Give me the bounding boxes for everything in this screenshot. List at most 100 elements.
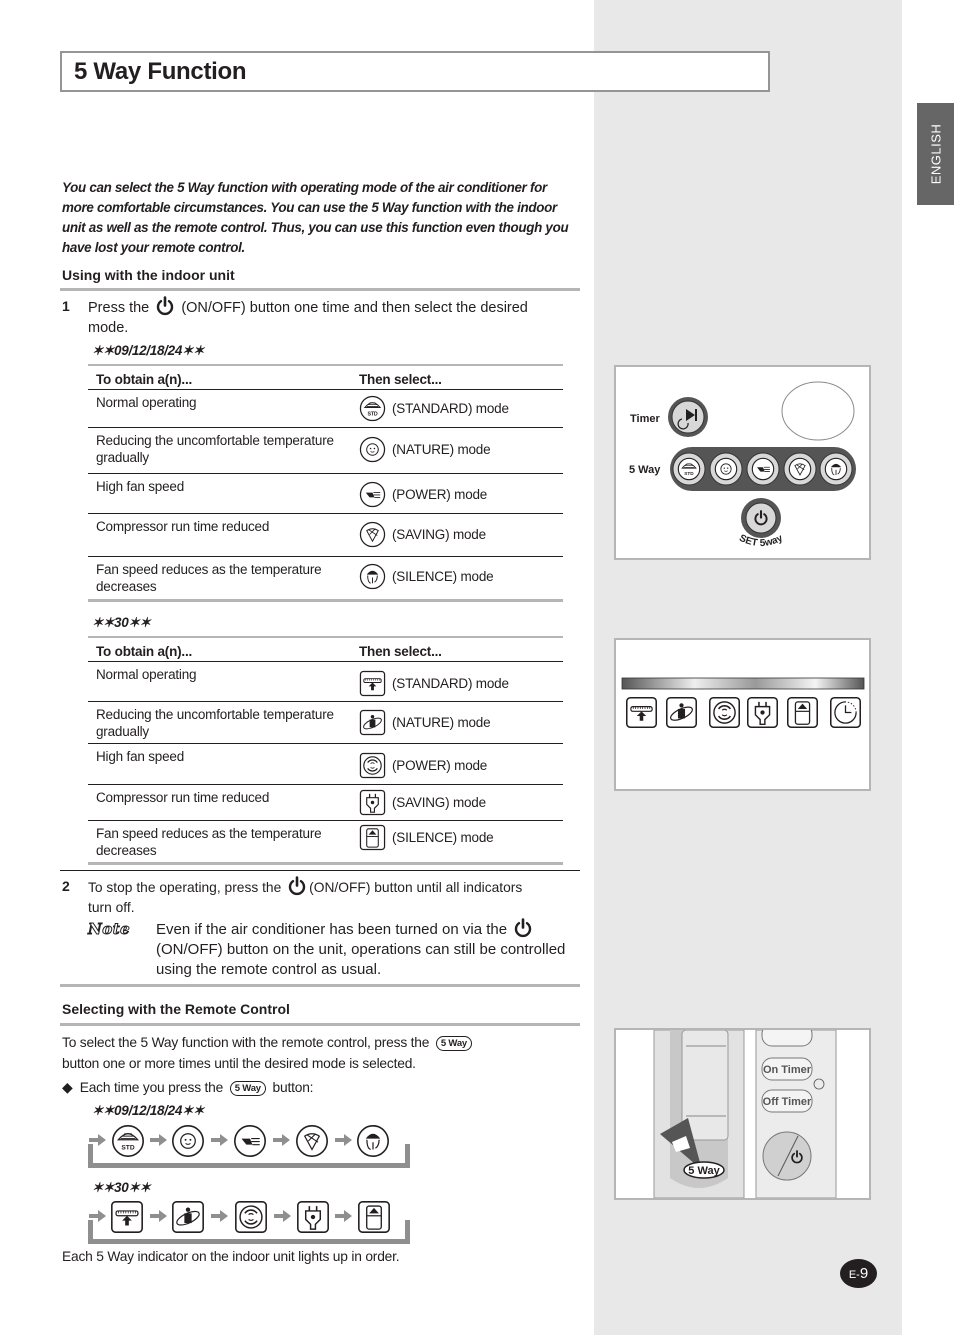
fiveway-button-icon: 5 Way bbox=[435, 1036, 473, 1051]
indoor-panel-drawing: Timer 5 Way SET 5way bbox=[629, 381, 856, 549]
cycle-label-09-24: ✶✶09/12/18/24✶✶ bbox=[92, 1103, 205, 1118]
silence-mode-icon bbox=[359, 824, 386, 851]
row-selection: (NATURE) mode bbox=[359, 436, 491, 463]
standard-mode-icon bbox=[110, 1200, 144, 1234]
row-mode: (SAVING) mode bbox=[392, 527, 486, 542]
model-label-09-24: ✶✶09/12/18/24✶✶ bbox=[92, 343, 205, 358]
mode-cycle-30 bbox=[84, 1196, 414, 1246]
section-rule bbox=[60, 288, 580, 291]
arrow-right-icon bbox=[89, 1209, 107, 1223]
column-header-select: Then select... bbox=[359, 644, 442, 659]
power-icon bbox=[287, 876, 307, 896]
power-mode-icon bbox=[234, 1200, 268, 1234]
swing-button bbox=[761, 1030, 813, 1047]
table-row: Compressor run time reduced (SAVING) mod… bbox=[88, 514, 563, 557]
power-icon bbox=[513, 918, 533, 938]
row-selection: (STANDARD) mode bbox=[359, 670, 509, 697]
nature-mode-icon bbox=[359, 436, 386, 463]
silence-mode-icon bbox=[359, 563, 386, 590]
table-row: Reducing the uncomfortable temperature g… bbox=[88, 428, 563, 474]
nature-mode-icon bbox=[359, 709, 386, 736]
indicator-panel-figure bbox=[614, 638, 871, 791]
row-description: Fan speed reduces as the temperature dec… bbox=[96, 826, 322, 858]
indicator-panel-drawing bbox=[621, 677, 865, 728]
language-tab: ENGLISH bbox=[917, 103, 954, 205]
row-mode: (POWER) mode bbox=[392, 487, 488, 502]
section-rule bbox=[60, 984, 580, 987]
row-mode: (POWER) mode bbox=[392, 758, 488, 773]
note-label: Note bbox=[87, 920, 131, 939]
remote-control-figure: 5 Way On Timer Off Timer bbox=[614, 1028, 871, 1200]
row-description: Compressor run time reduced bbox=[96, 519, 270, 534]
step-number: 1 bbox=[62, 298, 70, 314]
indoor-panel-figure: Timer 5 Way SET 5way bbox=[614, 365, 871, 560]
row-selection: (SILENCE) mode bbox=[359, 824, 494, 851]
step-divider bbox=[60, 870, 580, 871]
row-mode: (SAVING) mode bbox=[392, 795, 486, 810]
column-header-obtain: To obtain a(n)... bbox=[96, 372, 193, 387]
column-header-obtain: To obtain a(n)... bbox=[96, 644, 193, 659]
row-mode: (NATURE) mode bbox=[392, 442, 491, 457]
saving-indicator-icon bbox=[747, 697, 778, 728]
step-text-after: (ON/OFF) button one time and then select… bbox=[88, 300, 528, 336]
set-cancel-button bbox=[762, 1131, 812, 1181]
step-text: To stop the operating, press the (ON/OFF… bbox=[88, 876, 538, 918]
row-description: Reducing the uncomfortable temperature g… bbox=[96, 707, 334, 739]
step-text: Press the (ON/OFF) button one time and t… bbox=[88, 296, 568, 338]
row-selection: (POWER) mode bbox=[359, 481, 487, 508]
row-description: Normal operating bbox=[96, 395, 197, 410]
row-mode: (STANDARD) mode bbox=[392, 676, 509, 691]
table-row: Fan speed reduces as the temperature dec… bbox=[88, 557, 563, 602]
saving-mode-icon bbox=[359, 789, 386, 816]
page-number-prefix: E- bbox=[848, 1269, 860, 1281]
section-rule bbox=[60, 1023, 580, 1026]
nature-mode-icon bbox=[171, 1200, 205, 1234]
note-text: Even if the air conditioner has been tur… bbox=[156, 918, 576, 980]
arrow-right-icon bbox=[335, 1133, 353, 1147]
footnote: Each 5 Way indicator on the indoor unit … bbox=[62, 1249, 400, 1264]
arrow-right-icon bbox=[211, 1209, 229, 1223]
row-description: High fan speed bbox=[96, 749, 185, 764]
note-text-after: (ON/OFF) button on the unit, operations … bbox=[156, 941, 566, 978]
power-mode-icon bbox=[751, 457, 775, 481]
standard-indicator-icon bbox=[626, 697, 657, 728]
note-text-before: Even if the air conditioner has been tur… bbox=[156, 921, 508, 938]
table-header: To obtain a(n)... Then select... bbox=[88, 364, 563, 390]
power-icon bbox=[155, 296, 175, 316]
row-description: Compressor run time reduced bbox=[96, 790, 270, 805]
row-selection: (SILENCE) mode bbox=[359, 563, 494, 590]
saving-mode-icon bbox=[788, 457, 812, 481]
saving-mode-icon bbox=[359, 521, 386, 548]
standard-mode-icon bbox=[677, 457, 701, 481]
arrow-right-icon bbox=[274, 1209, 292, 1223]
cycle-label-30: ✶✶30✶✶ bbox=[92, 1180, 151, 1195]
section-heading-remote: Selecting with the Remote Control bbox=[62, 1001, 290, 1017]
mode-table-30: To obtain a(n)... Then select... Normal … bbox=[88, 636, 563, 865]
arrow-right-icon bbox=[89, 1133, 107, 1147]
remote-paragraph-after: button one or more times until the desir… bbox=[62, 1056, 416, 1071]
arrow-right-icon bbox=[335, 1209, 353, 1223]
arrow-right-icon bbox=[211, 1133, 229, 1147]
diamond-bullet-icon: ◆ bbox=[62, 1080, 73, 1095]
remote-bullet-before: Each time you press the bbox=[79, 1080, 224, 1095]
section-heading-indoor: Using with the indoor unit bbox=[62, 267, 235, 283]
table-row: High fan speed (POWER) mode bbox=[88, 744, 563, 785]
row-description: Fan speed reduces as the temperature dec… bbox=[96, 562, 322, 594]
row-selection: (NATURE) mode bbox=[359, 709, 491, 736]
saving-mode-icon bbox=[295, 1124, 329, 1158]
table-row: High fan speed (POWER) mode bbox=[88, 474, 563, 514]
indicator-light-bar bbox=[621, 677, 865, 690]
timer-indicator-icon bbox=[830, 697, 861, 728]
row-selection: (STANDARD) mode bbox=[359, 395, 509, 422]
row-selection: (SAVING) mode bbox=[359, 789, 486, 816]
row-mode: (NATURE) mode bbox=[392, 715, 491, 730]
fiveway-button-strip bbox=[670, 447, 856, 491]
row-mode: (SILENCE) mode bbox=[392, 569, 494, 584]
column-header-select: Then select... bbox=[359, 372, 442, 387]
remote-paragraph-before: To select the 5 Way function with the re… bbox=[62, 1035, 430, 1050]
standard-mode-icon bbox=[359, 395, 386, 422]
silence-mode-icon bbox=[356, 1124, 390, 1158]
row-description: High fan speed bbox=[96, 479, 185, 494]
saving-mode-icon bbox=[296, 1200, 330, 1234]
silence-mode-icon bbox=[357, 1200, 391, 1234]
